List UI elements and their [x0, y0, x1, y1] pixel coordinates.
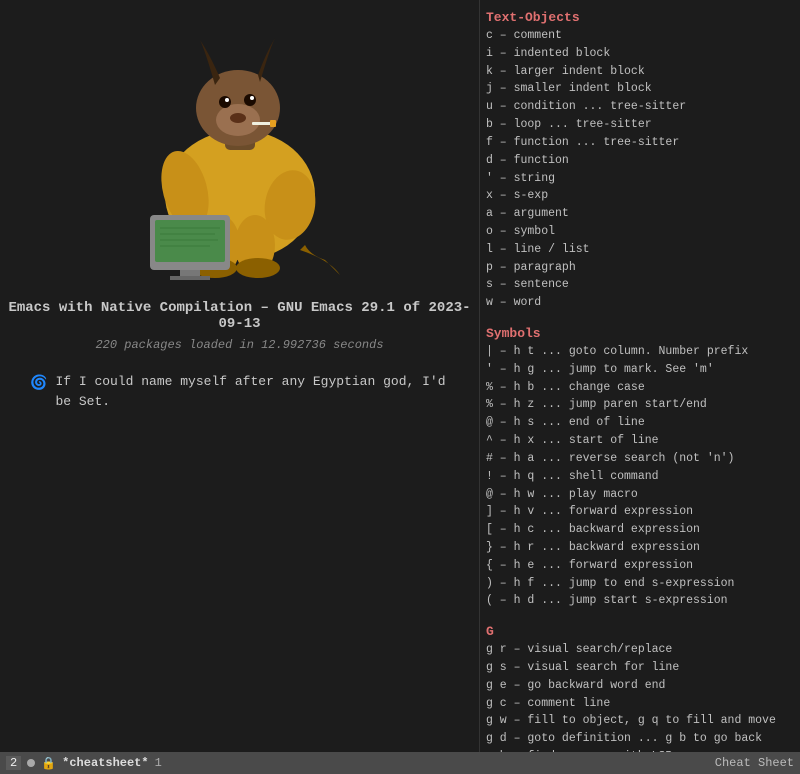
section-title-0: Text-Objects	[486, 10, 792, 25]
item-line: o – symbol	[486, 223, 792, 241]
item-line: w – word	[486, 294, 792, 312]
item-line: ] – h v ... forward expression	[486, 503, 792, 521]
buffer-number: 2	[6, 756, 21, 770]
item-line: l – line / list	[486, 241, 792, 259]
item-line: g r – visual search/replace	[486, 641, 792, 659]
packages-info: 220 packages loaded in 12.992736 seconds	[95, 338, 383, 352]
item-line: i – indented block	[486, 45, 792, 63]
lock-icon: 🔒	[41, 756, 56, 771]
emacs-title: Emacs with Native Compilation – GNU Emac…	[0, 300, 479, 332]
item-line: # – h a ... reverse search (not 'n')	[486, 450, 792, 468]
section-title-2: G	[486, 624, 792, 639]
cheat-sheet-label: Cheat Sheet	[715, 756, 794, 770]
item-line: g d – goto definition ... g b to go back	[486, 730, 792, 748]
item-line: { – h e ... forward expression	[486, 557, 792, 575]
item-line: ( – h d ... jump start s-expression	[486, 592, 792, 610]
item-line: p – paragraph	[486, 259, 792, 277]
left-panel: Emacs with Native Compilation – GNU Emac…	[0, 0, 480, 774]
status-dot	[27, 759, 35, 767]
fortune-text: If I could name myself after any Egyptia…	[55, 372, 449, 411]
item-line: ' – h g ... jump to mark. See 'm'	[486, 361, 792, 379]
item-line: g s – visual search for line	[486, 659, 792, 677]
section-title-1: Symbols	[486, 326, 792, 341]
buffer-name: *cheatsheet*	[62, 756, 148, 770]
buffer-num2: 1	[155, 756, 162, 770]
item-line: f – function ... tree-sitter	[486, 134, 792, 152]
fortune-icon: 🌀	[30, 374, 47, 395]
item-line: c – comment	[486, 27, 792, 45]
item-line: a – argument	[486, 205, 792, 223]
item-line: g e – go backward word end	[486, 677, 792, 695]
item-line: g c – comment line	[486, 695, 792, 713]
gnu-mascot	[90, 20, 390, 280]
item-line: g w – fill to object, g q to fill and mo…	[486, 712, 792, 730]
item-line: @ – h s ... end of line	[486, 414, 792, 432]
item-line: d – function	[486, 152, 792, 170]
item-line: b – loop ... tree-sitter	[486, 116, 792, 134]
item-line: % – h b ... change case	[486, 379, 792, 397]
item-line: u – condition ... tree-sitter	[486, 98, 792, 116]
item-line: k – larger indent block	[486, 63, 792, 81]
item-line: % – h z ... jump paren start/end	[486, 396, 792, 414]
status-bar: 2 🔒 *cheatsheet* 1 Cheat Sheet	[0, 752, 800, 774]
item-line: ^ – h x ... start of line	[486, 432, 792, 450]
item-line: } – h r ... backward expression	[486, 539, 792, 557]
item-line: s – sentence	[486, 276, 792, 294]
right-panel[interactable]: Text-Objects c – commenti – indented bloc…	[480, 0, 800, 774]
item-line: ) – h f ... jump to end s-expression	[486, 575, 792, 593]
item-line: j – smaller indent block	[486, 80, 792, 98]
item-line: | – h t ... goto column. Number prefix	[486, 343, 792, 361]
item-line: x – s-exp	[486, 187, 792, 205]
item-line: ! – h q ... shell command	[486, 468, 792, 486]
fortune-line: 🌀 If I could name myself after any Egypt…	[0, 372, 479, 411]
item-line: @ – h w ... play macro	[486, 486, 792, 504]
item-line: [ – h c ... backward expression	[486, 521, 792, 539]
item-line: ' – string	[486, 170, 792, 188]
